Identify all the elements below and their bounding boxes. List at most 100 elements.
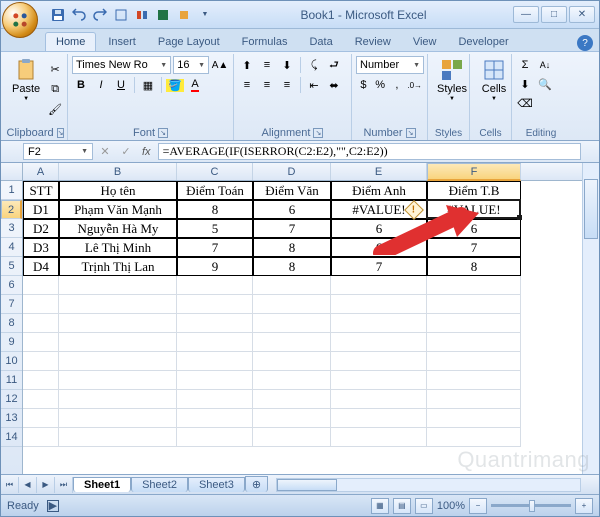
redo-icon[interactable] bbox=[91, 6, 109, 24]
cell[interactable]: D2 bbox=[23, 219, 59, 238]
cell[interactable]: Phạm Văn Mạnh bbox=[59, 200, 177, 219]
cell[interactable]: D3 bbox=[23, 238, 59, 257]
cell[interactable]: Điểm Toán bbox=[177, 181, 253, 200]
column-header-D[interactable]: D bbox=[253, 163, 331, 180]
cell[interactable]: Họ tên bbox=[59, 181, 177, 200]
cell[interactable] bbox=[253, 371, 331, 390]
percent-icon[interactable]: % bbox=[373, 76, 388, 94]
sheet-tab-3[interactable]: Sheet3 bbox=[188, 477, 245, 492]
cell[interactable]: Điểm Văn bbox=[253, 181, 331, 200]
cell[interactable]: 8 bbox=[253, 238, 331, 257]
dialog-launcher-icon[interactable]: ↘ bbox=[406, 128, 416, 138]
qat-icon[interactable] bbox=[112, 6, 130, 24]
row-header-11[interactable]: 11 bbox=[1, 371, 22, 390]
undo-icon[interactable] bbox=[70, 6, 88, 24]
tab-formulas[interactable]: Formulas bbox=[232, 33, 298, 51]
cut-icon[interactable]: ✂ bbox=[46, 60, 64, 78]
cell[interactable] bbox=[23, 390, 59, 409]
row-header-10[interactable]: 10 bbox=[1, 352, 22, 371]
dialog-launcher-icon[interactable]: ↘ bbox=[158, 128, 168, 138]
cell[interactable]: 7 bbox=[177, 238, 253, 257]
cell[interactable]: Lê Thị Minh bbox=[59, 238, 177, 257]
styles-button[interactable]: Styles ▼ bbox=[432, 56, 472, 104]
cell[interactable] bbox=[253, 428, 331, 447]
cell[interactable] bbox=[59, 371, 177, 390]
cells-button[interactable]: Cells ▼ bbox=[474, 56, 514, 104]
cell[interactable]: 5 bbox=[177, 219, 253, 238]
cell[interactable] bbox=[331, 333, 427, 352]
cell[interactable] bbox=[59, 295, 177, 314]
cell[interactable] bbox=[177, 333, 253, 352]
column-header-B[interactable]: B bbox=[59, 163, 177, 180]
qat-icon[interactable] bbox=[133, 6, 151, 24]
tab-view[interactable]: View bbox=[403, 33, 447, 51]
cell[interactable] bbox=[23, 276, 59, 295]
align-center-icon[interactable]: ≡ bbox=[258, 76, 276, 94]
fx-icon[interactable]: fx bbox=[138, 146, 155, 158]
cell[interactable] bbox=[177, 409, 253, 428]
merge-icon[interactable]: ⬌ bbox=[325, 76, 343, 94]
align-right-icon[interactable]: ≡ bbox=[278, 76, 296, 94]
currency-icon[interactable]: $ bbox=[356, 76, 371, 94]
cell[interactable] bbox=[177, 352, 253, 371]
new-sheet-icon[interactable]: ⊕ bbox=[245, 476, 268, 492]
zoom-in-icon[interactable]: + bbox=[575, 498, 593, 514]
cell[interactable] bbox=[177, 390, 253, 409]
qat-icon[interactable] bbox=[175, 6, 193, 24]
align-bottom-icon[interactable]: ⬇ bbox=[278, 56, 296, 74]
cell[interactable] bbox=[253, 409, 331, 428]
cell[interactable] bbox=[427, 428, 521, 447]
close-button[interactable]: ✕ bbox=[569, 6, 595, 23]
cancel-icon[interactable]: ✕ bbox=[96, 143, 114, 161]
font-name-select[interactable]: Times New Ro▼ bbox=[72, 56, 171, 74]
tab-review[interactable]: Review bbox=[345, 33, 401, 51]
cell[interactable]: 8 bbox=[427, 257, 521, 276]
cell[interactable] bbox=[23, 314, 59, 333]
cell[interactable] bbox=[23, 295, 59, 314]
cell[interactable] bbox=[23, 371, 59, 390]
cell[interactable] bbox=[427, 314, 521, 333]
row-header-7[interactable]: 7 bbox=[1, 295, 22, 314]
row-header-13[interactable]: 13 bbox=[1, 409, 22, 428]
find-icon[interactable]: 🔍 bbox=[536, 75, 554, 93]
border-icon[interactable]: ▦ bbox=[139, 76, 157, 94]
copy-icon[interactable]: ⧉ bbox=[46, 80, 64, 98]
row-header-4[interactable]: 4 bbox=[1, 238, 22, 257]
minimize-button[interactable]: — bbox=[513, 6, 539, 23]
row-header-14[interactable]: 14 bbox=[1, 428, 22, 447]
zoom-out-icon[interactable]: − bbox=[469, 498, 487, 514]
sheet-nav-next-icon[interactable]: ▶ bbox=[37, 477, 55, 493]
cell[interactable] bbox=[253, 276, 331, 295]
font-size-select[interactable]: 16▼ bbox=[173, 56, 209, 74]
cell[interactable] bbox=[331, 276, 427, 295]
tab-page-layout[interactable]: Page Layout bbox=[148, 33, 230, 51]
zoom-level[interactable]: 100% bbox=[437, 500, 465, 512]
qat-more-icon[interactable]: ▼ bbox=[196, 6, 214, 24]
align-left-icon[interactable]: ≡ bbox=[238, 76, 256, 94]
fill-icon[interactable]: ⬇ bbox=[516, 75, 534, 93]
autosum-icon[interactable]: Σ bbox=[516, 56, 534, 74]
increase-decimal-icon[interactable]: .0→ bbox=[406, 76, 423, 94]
cell[interactable] bbox=[59, 409, 177, 428]
font-color-icon[interactable]: A bbox=[186, 76, 204, 94]
column-header-E[interactable]: E bbox=[331, 163, 427, 180]
align-middle-icon[interactable]: ≡ bbox=[258, 56, 276, 74]
cell[interactable]: Điểm T.B bbox=[427, 181, 521, 200]
cell[interactable]: Điểm Anh bbox=[331, 181, 427, 200]
row-header-2[interactable]: 2 bbox=[1, 200, 22, 219]
row-header-6[interactable]: 6 bbox=[1, 276, 22, 295]
sheet-nav-last-icon[interactable]: ⏭ bbox=[55, 477, 73, 493]
cell[interactable]: Nguyễn Hà My bbox=[59, 219, 177, 238]
dialog-launcher-icon[interactable]: ↘ bbox=[57, 128, 65, 138]
clear-icon[interactable]: ⌫ bbox=[516, 94, 534, 112]
cell[interactable] bbox=[331, 428, 427, 447]
cell[interactable] bbox=[177, 276, 253, 295]
cell[interactable] bbox=[331, 409, 427, 428]
cell[interactable]: D1 bbox=[23, 200, 59, 219]
cell[interactable] bbox=[177, 295, 253, 314]
underline-icon[interactable]: U bbox=[112, 76, 130, 94]
row-header-8[interactable]: 8 bbox=[1, 314, 22, 333]
normal-view-icon[interactable]: ▦ bbox=[371, 498, 389, 514]
cell[interactable] bbox=[177, 428, 253, 447]
paste-button[interactable]: Paste ▼ bbox=[8, 56, 44, 126]
